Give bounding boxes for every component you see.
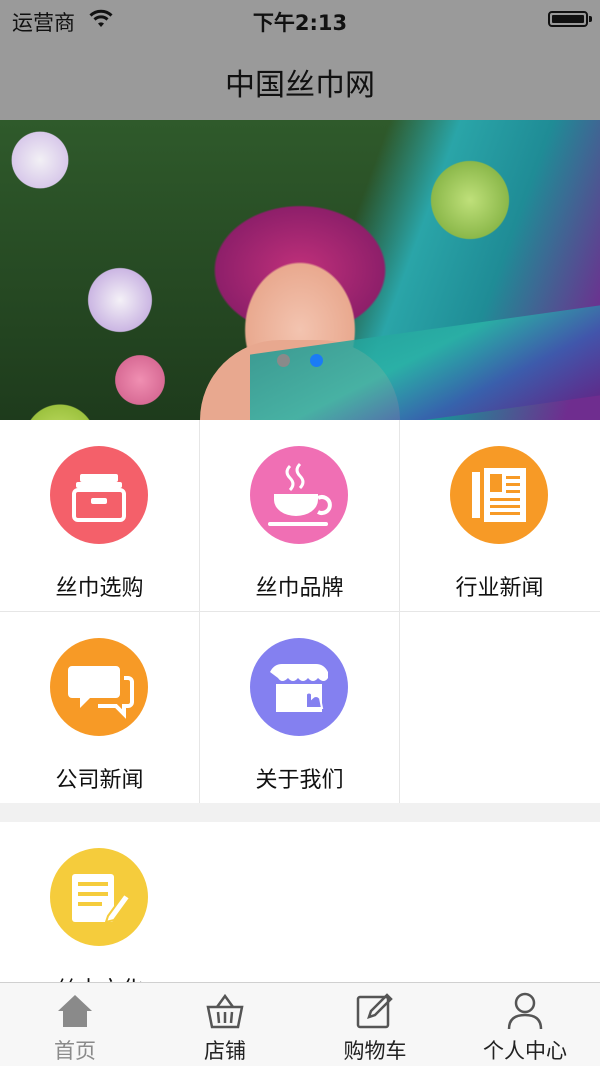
grid-item-label: 公司新闻 — [55, 768, 144, 793]
grid-item-scarf-shopping[interactable]: 丝巾选购 — [0, 420, 200, 611]
basket-icon — [206, 993, 244, 1029]
tab-label: 购物车 — [343, 1039, 407, 1063]
teacup-icon — [250, 446, 348, 544]
grid-item-scarf-culture[interactable]: 丝巾文化 — [0, 822, 199, 982]
newspaper-icon — [450, 446, 548, 544]
home-icon — [58, 995, 92, 1027]
banner-carousel[interactable] — [0, 120, 600, 420]
grid-row-2: 公司新闻 关于我们 — [0, 612, 600, 804]
grid-item-label: 丝巾品牌 — [255, 576, 344, 601]
person-icon — [507, 992, 543, 1030]
grid-item-company-news[interactable]: 公司新闻 — [0, 612, 200, 803]
tab-profile[interactable]: 个人中心 — [450, 983, 600, 1066]
tab-home[interactable]: 首页 — [0, 983, 150, 1066]
status-time: 下午2:13 — [252, 11, 348, 35]
grid-item-label: 行业新闻 — [455, 576, 544, 601]
grid-item-label: 关于我们 — [255, 768, 344, 793]
tab-label: 个人中心 — [483, 1039, 567, 1063]
grid-item-empty — [400, 612, 599, 803]
category-grid: 丝巾选购 丝巾品牌 行业新闻 公司新闻 关于我们 — [0, 420, 600, 804]
chat-icon — [50, 638, 148, 736]
page-title: 中国丝巾网 — [225, 68, 375, 103]
document-edit-icon — [50, 848, 148, 946]
shop-icon — [250, 638, 348, 736]
grid-item-about-us[interactable]: 关于我们 — [200, 612, 400, 803]
grid-row-1: 丝巾选购 丝巾品牌 行业新闻 — [0, 420, 600, 612]
tab-label: 店铺 — [204, 1039, 246, 1063]
section-divider — [0, 803, 600, 822]
carousel-page-indicator[interactable] — [0, 352, 600, 371]
tab-label: 首页 — [54, 1039, 96, 1063]
tab-store[interactable]: 店铺 — [150, 983, 300, 1066]
secondary-grid: 丝巾文化 — [0, 822, 600, 982]
carousel-dot-1[interactable] — [277, 354, 291, 367]
nav-bar: 中国丝巾网 — [0, 40, 600, 120]
tab-bar: 首页 店铺 购物车 个人中心 — [0, 982, 600, 1066]
grid-item-industry-news[interactable]: 行业新闻 — [400, 420, 599, 611]
battery-icon — [548, 11, 592, 27]
carousel-dot-2[interactable] — [309, 354, 323, 367]
tab-cart[interactable]: 购物车 — [300, 983, 450, 1066]
grid-item-label: 丝巾选购 — [55, 576, 144, 601]
grid-item-label: 丝巾文化 — [0, 972, 199, 982]
grid-item-scarf-brands[interactable]: 丝巾品牌 — [200, 420, 400, 611]
status-bar: 运营商 下午2:13 — [0, 0, 600, 40]
basket-icon — [50, 446, 148, 544]
edit-icon — [356, 993, 393, 1029]
